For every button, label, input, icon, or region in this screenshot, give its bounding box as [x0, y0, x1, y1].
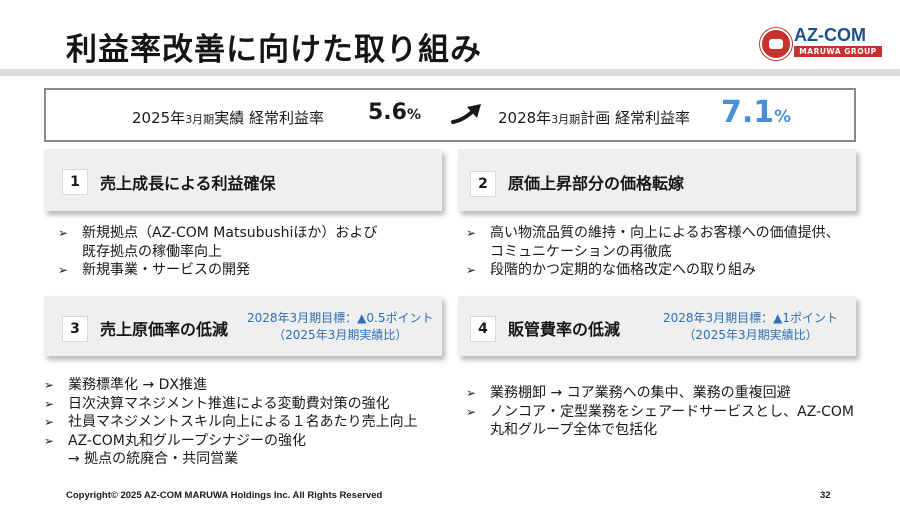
kpi-actual-unit: % [406, 107, 422, 123]
kpi-actual-period: 3月期 [185, 113, 215, 126]
initiative-3-list: ➢ 業務標準化 → DX推進 ➢ 日次決算マネジメント推進による変動費対策の強化 ➢… [44, 376, 418, 469]
bullet-arrow-icon: ➢ [44, 433, 55, 448]
list-item-text: 既存拠点の稼働率向上 [82, 243, 222, 260]
initiative-number: 2 [463, 162, 496, 197]
list-item: ➢ 高い物流品質の維持・向上によるお客様への価値提供、 [466, 224, 840, 243]
initiative-heading: 販管費率の低減 [508, 320, 621, 339]
initiative-box-1: 1 売上成長による利益確保 [44, 149, 442, 211]
page-number: 32 [820, 490, 831, 501]
list-item: ➢ 段階的かつ定期的な価格改定への取り組み [466, 261, 840, 280]
initiative-1-list: ➢ 新規拠点（AZ-COM Matsubushiほか）および 既存拠点の稼働率向上… [58, 224, 377, 280]
initiative-box-4: 4 販管費率の低減 2028年3月期目標：▲1ポイント （2025年3月期実績比… [458, 296, 856, 356]
initiative-target: 2028年3月期目標：▲0.5ポイント （2025年3月期実績比） [247, 310, 434, 344]
target-value: 2028年3月期目標：▲1ポイント [663, 311, 839, 325]
list-item-text: → 拠点の統廃合・共同営業 [68, 451, 239, 467]
kpi-actual-value: 5.6% [368, 100, 421, 125]
initiative-4-list: ➢ 業務棚卸 → コア業務への集中、業務の重複回避 ➢ ノンコア・定型業務をシェアー… [466, 384, 854, 440]
list-item-text: 段階的かつ定期的な価格改定への取り組み [490, 262, 756, 278]
kpi-actual-number: 5.6 [368, 100, 407, 125]
list-item: ➢ 社員マネジメントスキル向上による１名あたり売上向上 [44, 413, 418, 432]
list-item-text: 丸和グループ全体で包括化 [490, 422, 658, 438]
initiative-number: 4 [463, 307, 496, 342]
logo-mark-icon [760, 28, 792, 60]
list-item: ➢ 業務標準化 → DX推進 [44, 376, 418, 395]
list-item: ➢ 業務棚卸 → コア業務への集中、業務の重複回避 [466, 384, 854, 403]
list-item: ➢ 新規拠点（AZ-COM Matsubushiほか）および [58, 224, 377, 243]
bullet-arrow-icon: ➢ [58, 263, 69, 277]
initiative-number: 3 [55, 307, 88, 342]
bullet-arrow-icon: ➢ [58, 226, 69, 240]
initiative-box-3: 3 売上原価率の低減 2028年3月期目標：▲0.5ポイント （2025年3月期… [44, 296, 442, 356]
kpi-plan-unit: % [774, 107, 792, 127]
kpi-actual-year: 2025年 [132, 109, 186, 127]
list-item-continued: 既存拠点の稼働率向上 [58, 243, 377, 262]
bullet-arrow-icon: ➢ [44, 378, 55, 392]
list-item-text: ノンコア・定型業務をシェアードサービスとし、AZ-COM [490, 403, 855, 420]
list-item: ➢ ノンコア・定型業務をシェアードサービスとし、AZ-COM [466, 403, 854, 422]
list-item-continued: → 拠点の統廃合・共同営業 [44, 450, 418, 469]
kpi-plan-text: 計画 経常利益率 [580, 109, 690, 127]
kpi-plan-value: 7.1% [721, 95, 791, 130]
bullet-arrow-icon: ➢ [466, 404, 477, 419]
initiative-heading: 売上原価率の低減 [100, 320, 229, 339]
list-item-text: 高い物流品質の維持・向上によるお客様への価値提供、 [490, 225, 840, 241]
kpi-actual-text: 実績 経常利益率 [214, 109, 324, 127]
kpi-actual-label: 2025年3月期実績 経常利益率 [132, 107, 324, 128]
list-item: ➢ 日次決算マネジメント推進による変動費対策の強化 [44, 395, 418, 414]
target-basis: （2025年3月期実績比） [273, 328, 408, 342]
list-item-text: 新規拠点（AZ-COM Matsubushiほか）および [82, 225, 378, 241]
bullet-arrow-icon: ➢ [466, 386, 477, 400]
list-item-continued: コミュニケーションの再徹底 [466, 243, 840, 262]
list-item-text: コミュニケーションの再徹底 [490, 243, 672, 260]
list-item-text: 日次決算マネジメント推進による変動費対策の強化 [68, 395, 390, 412]
list-item-continued: 丸和グループ全体で包括化 [466, 421, 854, 440]
initiative-2-list: ➢ 高い物流品質の維持・向上によるお客様への価値提供、 コミュニケーションの再徹底… [466, 224, 840, 280]
list-item-text: 業務標準化 → DX推進 [68, 377, 208, 393]
list-item-text: 新規事業・サービスの開発 [82, 262, 250, 278]
initiative-number: 1 [55, 160, 88, 195]
list-item: ➢ AZ-COM丸和グループシナジーの強化 [44, 432, 418, 451]
initiative-heading: 売上成長による利益確保 [100, 174, 276, 193]
bullet-arrow-icon: ➢ [466, 263, 477, 277]
title-divider [0, 69, 900, 76]
initiative-target: 2028年3月期目標：▲1ポイント （2025年3月期実績比） [663, 310, 838, 344]
list-item: ➢ 新規事業・サービスの開発 [58, 261, 377, 280]
list-item-text: 社員マネジメントスキル向上による１名あたり売上向上 [68, 414, 418, 430]
list-item-text: AZ-COM丸和グループシナジーの強化 [68, 432, 307, 449]
bullet-arrow-icon: ➢ [44, 415, 55, 429]
bullet-arrow-icon: ➢ [466, 226, 477, 240]
page-title: 利益率改善に向けた取り組み [66, 32, 482, 68]
kpi-plan-number: 7.1 [721, 95, 775, 130]
kpi-banner: 2025年3月期実績 経常利益率 5.6% 2028年3月期計画 経常利益率 7… [44, 88, 856, 142]
list-item-text: 業務棚卸 → コア業務への集中、業務の重複回避 [490, 385, 791, 401]
kpi-plan-year: 2028年 [498, 109, 552, 127]
logo-name: AZ-COM [794, 25, 866, 45]
target-value: 2028年3月期目標：▲0.5ポイント [247, 311, 434, 325]
initiative-box-2: 2 原価上昇部分の価格転嫁 [458, 149, 856, 211]
kpi-plan-label: 2028年3月期計画 経常利益率 [498, 107, 690, 128]
kpi-plan-period: 3月期 [551, 113, 581, 126]
up-right-arrow-icon [451, 104, 481, 124]
initiative-heading: 原価上昇部分の価格転嫁 [508, 174, 685, 193]
bullet-arrow-icon: ➢ [44, 396, 55, 411]
logo-subtitle: MARUWA GROUP [794, 46, 882, 57]
target-basis: （2025年3月期実績比） [683, 328, 818, 342]
company-logo: AZ-COM MARUWA GROUP [760, 25, 884, 60]
copyright-footer: Copyright© 2025 AZ-COM MARUWA Holdings I… [66, 490, 383, 501]
